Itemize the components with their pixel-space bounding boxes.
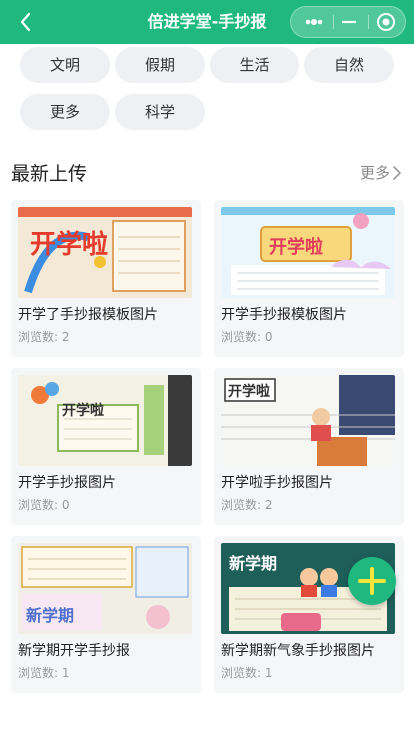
close-program-button[interactable] xyxy=(367,7,405,37)
thumb-text: 开学啦 xyxy=(30,229,108,260)
card-thumbnail: 开学啦 xyxy=(18,375,192,466)
card-views: 浏览数: 0 xyxy=(221,330,273,344)
tag-wenming[interactable]: 文明 xyxy=(20,47,110,83)
more-options-button[interactable] xyxy=(295,7,333,37)
more-dots-icon xyxy=(305,19,323,25)
card-item[interactable]: 新学期 新学期开学手抄报 浏览数: 1 xyxy=(11,536,201,693)
chevron-right-icon xyxy=(393,165,401,180)
mini-program-capsule xyxy=(290,6,406,38)
card-views: 浏览数: 1 xyxy=(18,666,70,680)
more-link[interactable]: 更多 xyxy=(360,162,402,183)
card-thumbnail: 开学啦 xyxy=(221,375,395,466)
card-views: 浏览数: 2 xyxy=(18,330,70,344)
card-title: 开学了手抄报模板图片 xyxy=(18,307,158,323)
tag-shenghuo[interactable]: 生活 xyxy=(210,47,299,83)
card-title: 开学啦手抄报图片 xyxy=(221,475,333,491)
card-item[interactable]: 开学啦 开学手抄报模板图片 浏览数: 0 xyxy=(214,200,404,357)
target-close-icon xyxy=(377,13,395,31)
card-title: 新学期新气象手抄报图片 xyxy=(221,643,375,659)
plus-icon xyxy=(358,567,386,595)
thumb-text: 开学啦 xyxy=(62,402,104,419)
card-views: 浏览数: 1 xyxy=(221,666,273,680)
tag-ziran[interactable]: 自然 xyxy=(304,47,394,83)
card-item[interactable]: 开学啦 开学啦手抄报图片 浏览数: 2 xyxy=(214,368,404,525)
card-thumbnail: 开学啦 xyxy=(18,207,192,298)
card-title: 开学手抄报图片 xyxy=(18,475,116,491)
minimize-button[interactable] xyxy=(330,7,368,37)
tag-jiaqi[interactable]: 假期 xyxy=(115,47,205,83)
more-label: 更多 xyxy=(359,164,390,182)
add-button[interactable] xyxy=(348,557,396,605)
card-views: 浏览数: 2 xyxy=(221,498,273,512)
card-item[interactable]: 开学啦 开学手抄报图片 浏览数: 0 xyxy=(11,368,201,525)
card-thumbnail: 新学期 xyxy=(18,543,192,634)
card-title: 新学期开学手抄报 xyxy=(18,643,130,659)
section-title: 最新上传 xyxy=(11,163,88,185)
thumb-text: 新学期 xyxy=(229,554,277,573)
navigation-bar: 倍进学堂-手抄报 xyxy=(0,0,414,44)
tag-gengduo[interactable]: 更多 xyxy=(20,94,110,130)
card-thumbnail: 开学啦 xyxy=(221,207,395,298)
card-views: 浏览数: 0 xyxy=(18,498,70,512)
card-title: 开学手抄报模板图片 xyxy=(221,307,347,323)
thumb-text: 开学啦 xyxy=(269,236,323,258)
thumb-text: 新学期 xyxy=(26,606,74,625)
tag-kexue[interactable]: 科学 xyxy=(115,94,205,130)
minus-icon xyxy=(342,20,356,24)
card-item[interactable]: 开学啦 开学了手抄报模板图片 浏览数: 2 xyxy=(11,200,201,357)
thumb-text: 开学啦 xyxy=(228,383,270,400)
